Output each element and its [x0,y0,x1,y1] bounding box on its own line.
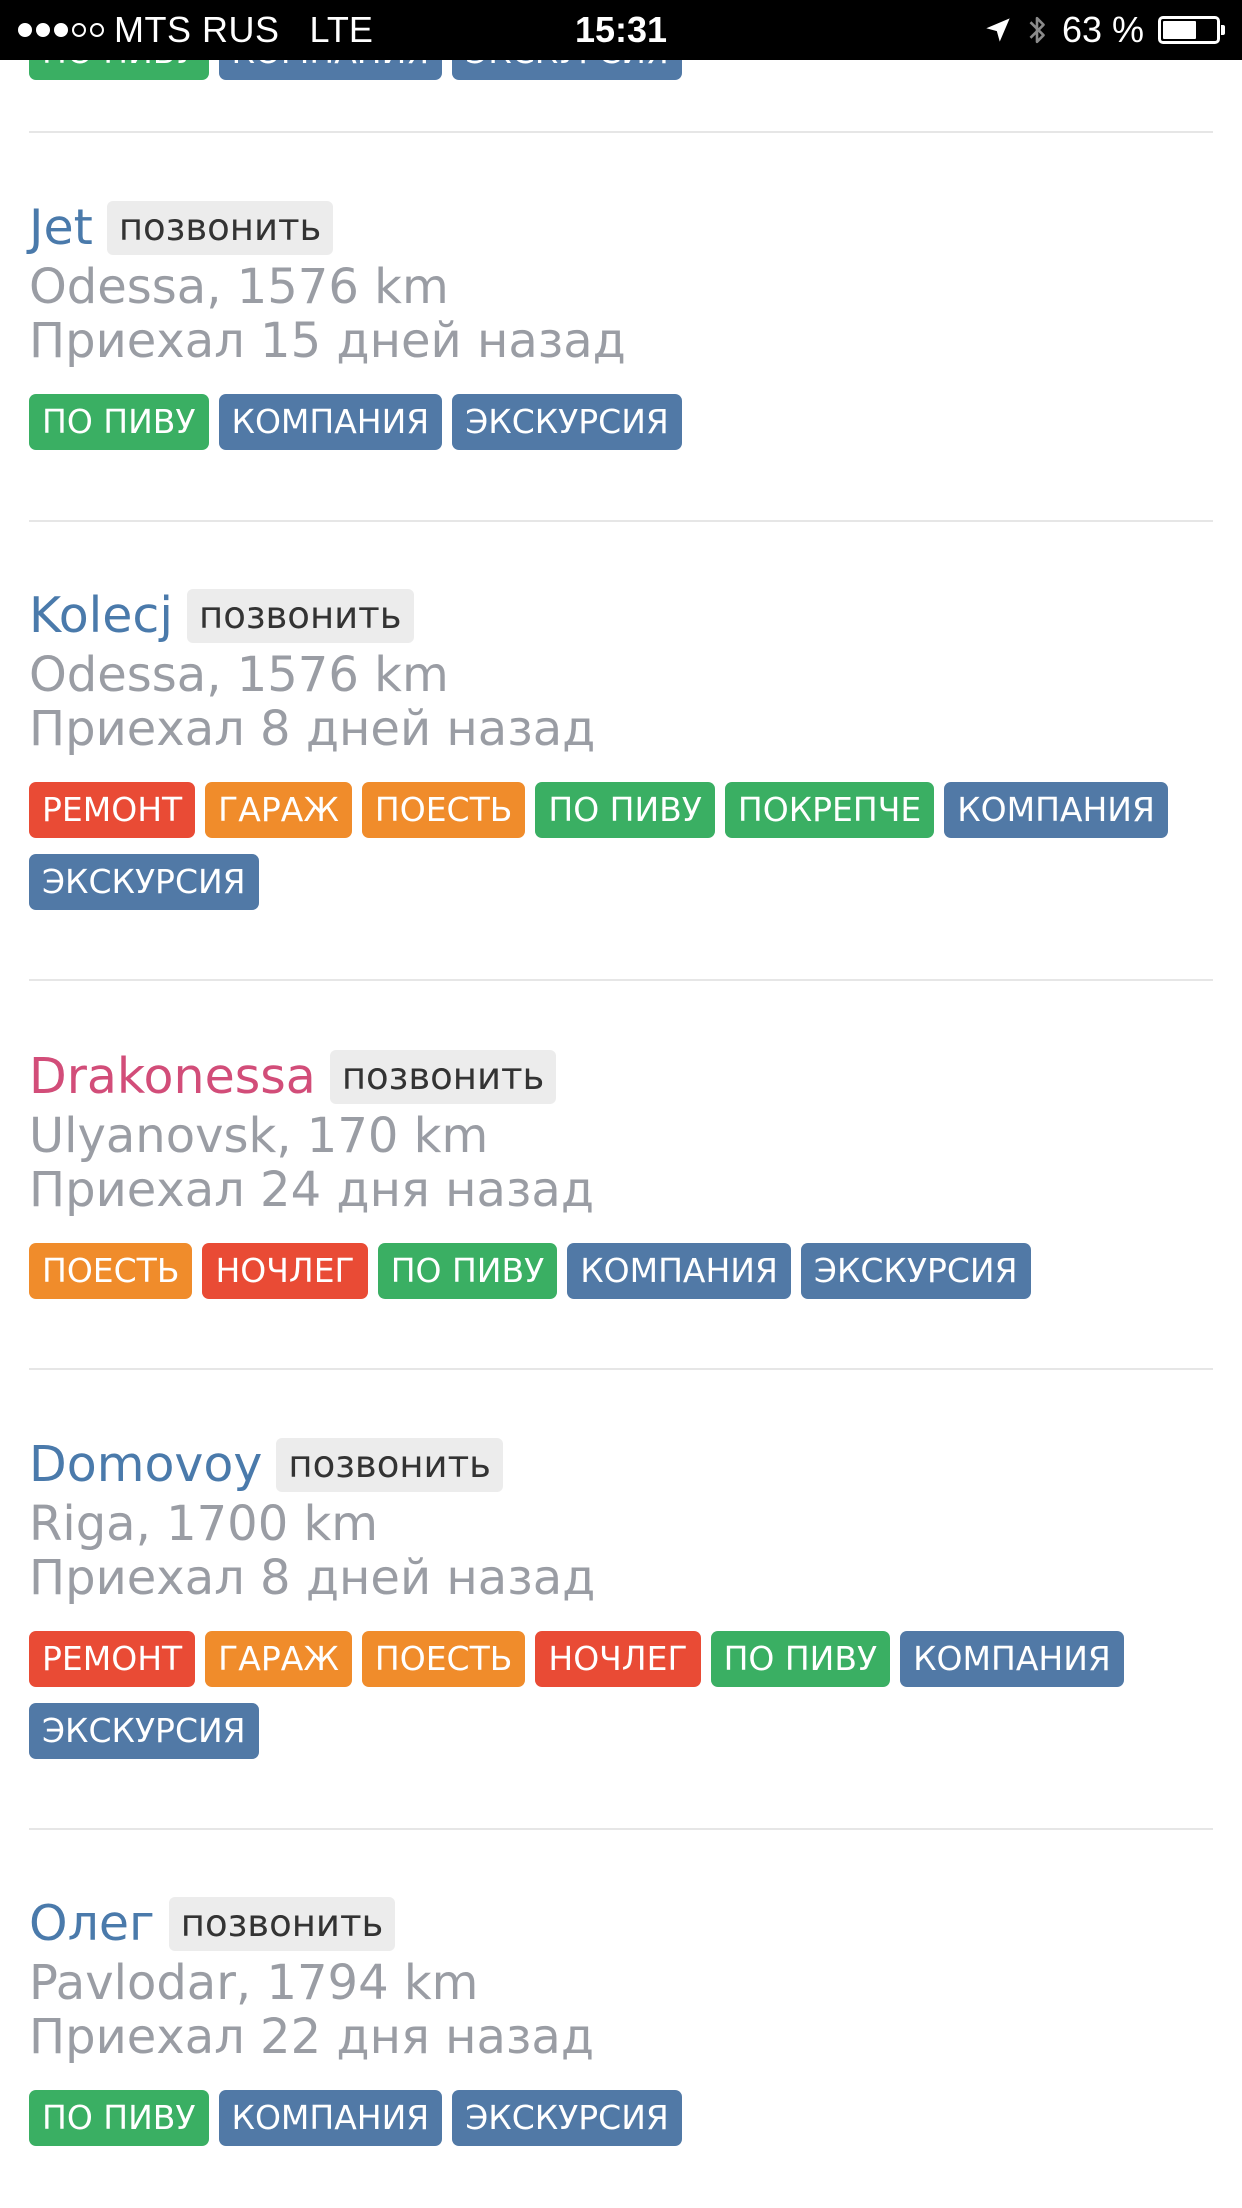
tag[interactable]: ЭКСКУРСИЯ [29,1703,259,1759]
arrived-time: Приехал 24 дня назад [29,1162,595,1218]
name-line: Domovoy позвонить [29,1433,1213,1497]
call-button[interactable]: позвонить [276,1438,503,1492]
battery-fill [1163,21,1196,39]
tag[interactable]: ПО ПИВУ [29,394,209,450]
city-distance: Odessa, 1576 km [29,259,449,315]
biker-name[interactable]: Олег [29,1894,155,1954]
status-bar-right: 63 % [984,9,1225,50]
bluetooth-icon [1029,16,1045,44]
call-button[interactable]: позвонить [329,1050,557,1104]
arrived-time: Приехал 8 дней назад [29,701,596,757]
arrived-time: Приехал 22 дня назад [29,2009,595,2065]
tag[interactable]: КОМПАНИЯ [900,1631,1124,1687]
name-line: Kolecj позвонить [29,584,1213,648]
divider [29,979,1213,981]
city-distance: Pavlodar, 1794 km [29,1955,479,2011]
tag-row: ПОЕСТЬ НОЧЛЕГ ПО ПИВУ КОМПАНИЯ ЭКСКУРСИЯ [29,1243,1213,1299]
city-distance: Ulyanovsk, 170 km [29,1108,489,1164]
divider [29,1368,1213,1370]
tag-row: РЕМОНТ ГАРАЖ ПОЕСТЬ НОЧЛЕГ ПО ПИВУ КОМПА… [29,1631,1213,1759]
tag[interactable]: ПО ПИВУ [535,782,715,838]
tag[interactable]: ПОЕСТЬ [361,1631,526,1687]
status-bar: MTS RUS LTE 15:31 63 % [0,0,1242,60]
biker-name[interactable]: Jet [29,198,93,258]
tag[interactable]: НОЧЛЕГ [535,1631,701,1687]
divider [29,131,1213,133]
biker-card: Kolecj позвонить Odessa, 1576 km Приехал… [29,584,1213,910]
divider [29,1828,1213,1830]
call-button[interactable]: позвонить [106,201,334,255]
city-distance: Riga, 1700 km [29,1496,379,1552]
biker-name[interactable]: Domovoy [29,1435,262,1495]
tag[interactable]: НОЧЛЕГ [202,1243,368,1299]
name-line: Олег позвонить [29,1892,1213,1956]
tag[interactable]: РЕМОНТ [29,1631,196,1687]
city-distance: Odessa, 1576 km [29,647,449,703]
biker-card: Олег позвонить Pavlodar, 1794 km Приехал… [29,1892,1213,2146]
biker-card: Domovoy позвонить Riga, 1700 km Приехал … [29,1433,1213,1759]
tag[interactable]: ГАРАЖ [205,1631,352,1687]
tag[interactable]: ПОЕСТЬ [361,782,526,838]
tag[interactable]: ЭКСКУРСИЯ [452,394,682,450]
tag[interactable]: ПО ПИВУ [377,1243,558,1299]
tag[interactable]: КОМПАНИЯ [944,782,1168,838]
tag[interactable]: ЭКСКУРСИЯ [29,854,259,910]
battery-percent: 63 % [1061,9,1144,50]
name-line: Drakonessa позвонить [29,1045,1213,1109]
tag[interactable]: ЭКСКУРСИЯ [452,2090,682,2146]
tag[interactable]: КОМПАНИЯ [567,1243,791,1299]
biker-card: Jet позвонить Odessa, 1576 km Приехал 15… [29,196,1213,450]
tag-row: ПО ПИВУ КОМПАНИЯ ЭКСКУРСИЯ [29,394,1213,450]
arrived-time: Приехал 15 дней назад [29,313,626,369]
biker-name[interactable]: Drakonessa [29,1047,316,1107]
tag[interactable]: КОМПАНИЯ [218,2090,443,2146]
tag-row: ПО ПИВУ КОМПАНИЯ ЭКСКУРСИЯ [29,2090,1213,2146]
call-button[interactable]: позвонить [168,1897,396,1951]
biker-name[interactable]: Kolecj [29,586,173,646]
tag[interactable]: ПОКРЕПЧЕ [724,782,935,838]
tag[interactable]: КОМПАНИЯ [218,394,443,450]
biker-card: Drakonessa позвонить Ulyanovsk, 170 km П… [29,1045,1213,1299]
tag[interactable]: ПО ПИВУ [29,2090,209,2146]
tag[interactable]: ПО ПИВУ [710,1631,891,1687]
location-arrow-icon [986,18,1010,42]
call-button[interactable]: позвонить [187,589,414,643]
divider [29,520,1213,522]
tag[interactable]: ЭКСКУРСИЯ [800,1243,1031,1299]
battery-icon [1158,16,1225,44]
name-line: Jet позвонить [29,196,1213,260]
tag[interactable]: ГАРАЖ [205,782,352,838]
tag[interactable]: РЕМОНТ [29,782,196,838]
tag[interactable]: ПОЕСТЬ [29,1243,193,1299]
tag-row: РЕМОНТ ГАРАЖ ПОЕСТЬ ПО ПИВУ ПОКРЕПЧЕ КОМ… [29,782,1213,910]
arrived-time: Приехал 8 дней назад [29,1550,596,1606]
